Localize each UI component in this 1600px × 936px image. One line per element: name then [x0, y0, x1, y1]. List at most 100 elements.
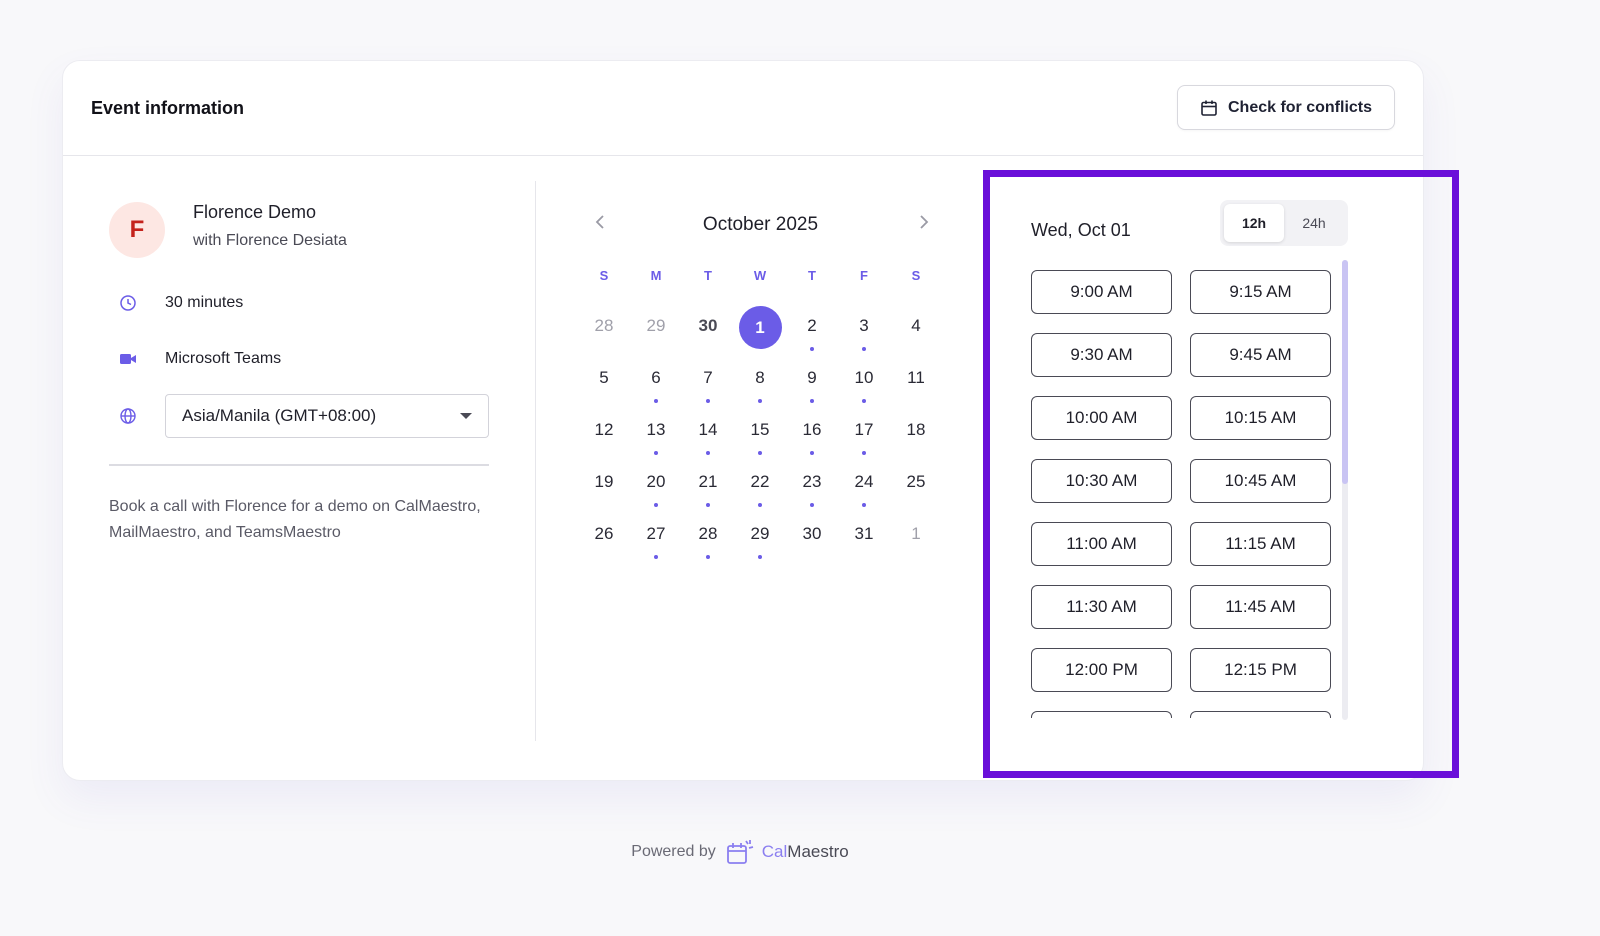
calendar-icon: [1200, 99, 1218, 117]
globe-icon: [109, 407, 147, 425]
time-slot-button[interactable]: 10:00 AM: [1031, 396, 1172, 440]
calendar-day[interactable]: 28: [682, 516, 734, 568]
calendar-day[interactable]: 12: [578, 412, 630, 464]
calendar-day[interactable]: 19: [578, 464, 630, 516]
calendar-day[interactable]: 6: [630, 360, 682, 412]
day-number: 14: [698, 420, 718, 439]
calendar-day[interactable]: 15: [734, 412, 786, 464]
availability-dot: [862, 399, 866, 403]
avatar: F: [109, 202, 165, 258]
calendar-day[interactable]: 22: [734, 464, 786, 516]
calendar-day[interactable]: 11: [890, 360, 942, 412]
calendar-day[interactable]: 21: [682, 464, 734, 516]
calendar-day[interactable]: 10: [838, 360, 890, 412]
check-conflicts-button[interactable]: Check for conflicts: [1177, 85, 1395, 130]
day-number: 22: [750, 472, 770, 491]
location-text: Microsoft Teams: [165, 350, 282, 367]
time-slot-button[interactable]: 9:00 AM: [1031, 270, 1172, 314]
weekday-header: T: [808, 268, 816, 283]
time-slot-button[interactable]: 10:45 AM: [1190, 459, 1331, 503]
day-number: 8: [755, 368, 765, 387]
time-slot-button[interactable]: 11:15 AM: [1190, 522, 1331, 566]
calendar-day[interactable]: 29: [630, 308, 682, 360]
time-slot-button[interactable]: 12:15 PM: [1190, 648, 1331, 692]
calendar-day-selected[interactable]: 1: [734, 306, 786, 360]
scrollbar[interactable]: [1342, 260, 1348, 720]
calendar-day[interactable]: 24: [838, 464, 890, 516]
brand-maestro-text: Maestro: [787, 842, 849, 861]
day-number: 27: [646, 524, 666, 543]
calendar-day[interactable]: 25: [890, 464, 942, 516]
calendar-day[interactable]: 2: [786, 308, 838, 360]
time-slot-list: 9:00 AM 9:15 AM 9:30 AM 9:45 AM 10:00 AM 10:1…: [1031, 270, 1333, 718]
calendar-day[interactable]: 7: [682, 360, 734, 412]
day-number: 16: [802, 420, 822, 439]
calendar-day[interactable]: 8: [734, 360, 786, 412]
time-slot-button[interactable]: [1190, 711, 1331, 718]
time-slot-button[interactable]: 11:45 AM: [1190, 585, 1331, 629]
calmaestro-logo[interactable]: CalMaestro: [726, 838, 849, 866]
calendar-day[interactable]: 13: [630, 412, 682, 464]
calendar-day[interactable]: 3: [838, 308, 890, 360]
chevron-right-icon: [920, 215, 929, 229]
day-number: 19: [594, 472, 614, 491]
time-slots-panel: Wed, Oct 01 12h 24h 9:00 AM 9:15 AM 9:30 A…: [1031, 198, 1361, 738]
day-number: 23: [802, 472, 822, 491]
calendar-day[interactable]: 30: [682, 308, 734, 360]
day-number: 26: [594, 524, 614, 543]
calendar-day[interactable]: 31: [838, 516, 890, 568]
time-slot-button[interactable]: 9:30 AM: [1031, 333, 1172, 377]
availability-dot: [758, 555, 762, 559]
day-number: 3: [859, 316, 869, 335]
weekday-header: S: [599, 268, 609, 283]
time-slot-button[interactable]: 12:00 PM: [1031, 648, 1172, 692]
next-month-button[interactable]: [914, 212, 934, 232]
calendar-day[interactable]: 26: [578, 516, 630, 568]
calendar-day[interactable]: 18: [890, 412, 942, 464]
weekday-header: S: [911, 268, 921, 283]
day-number: 6: [651, 368, 661, 387]
scrollbar-thumb[interactable]: [1342, 260, 1348, 484]
time-slot-button[interactable]: 11:30 AM: [1031, 585, 1172, 629]
calendar-day[interactable]: 5: [578, 360, 630, 412]
time-slot-button[interactable]: [1031, 711, 1172, 718]
time-slot-button[interactable]: 9:15 AM: [1190, 270, 1331, 314]
weekday-header: F: [860, 268, 868, 283]
time-slot-button[interactable]: 11:00 AM: [1031, 522, 1172, 566]
column-divider: [535, 181, 536, 741]
calendar-day[interactable]: 27: [630, 516, 682, 568]
brand-cal-text: Cal: [761, 842, 788, 861]
day-number: 15: [750, 420, 770, 439]
day-number: 29: [750, 524, 770, 543]
calendar-day[interactable]: 28: [578, 308, 630, 360]
event-description: Book a call with Florence for a demo on …: [109, 498, 481, 541]
chevron-down-icon: [460, 413, 472, 419]
timezone-select[interactable]: Asia/Manila (GMT+08:00): [165, 394, 489, 438]
availability-dot: [654, 399, 658, 403]
calendar-day[interactable]: 4: [890, 308, 942, 360]
calendar-day[interactable]: 30: [786, 516, 838, 568]
time-slot-button[interactable]: 10:30 AM: [1031, 459, 1172, 503]
time-slot-button[interactable]: 10:15 AM: [1190, 396, 1331, 440]
format-12h-button[interactable]: 12h: [1224, 204, 1284, 242]
availability-dot: [654, 451, 658, 455]
availability-dot: [862, 451, 866, 455]
time-slot-button[interactable]: 9:45 AM: [1190, 333, 1331, 377]
availability-dot: [758, 451, 762, 455]
availability-dot: [810, 503, 814, 507]
calendar-day[interactable]: 14: [682, 412, 734, 464]
calendar-day[interactable]: 29: [734, 516, 786, 568]
event-name: Florence Demo: [193, 202, 317, 222]
calendar-day[interactable]: 23: [786, 464, 838, 516]
calendar-day[interactable]: 9: [786, 360, 838, 412]
availability-dot: [706, 555, 710, 559]
host-subtitle: with Florence Desiata: [193, 232, 347, 249]
calendar-day[interactable]: 17: [838, 412, 890, 464]
availability-dot: [862, 503, 866, 507]
calendar-day[interactable]: 16: [786, 412, 838, 464]
card-header: Event information Check for conflicts: [63, 61, 1423, 156]
format-24h-button[interactable]: 24h: [1284, 204, 1344, 242]
calendar-spark-icon: [726, 840, 753, 864]
calendar-day[interactable]: 1: [890, 516, 942, 568]
calendar-day[interactable]: 20: [630, 464, 682, 516]
